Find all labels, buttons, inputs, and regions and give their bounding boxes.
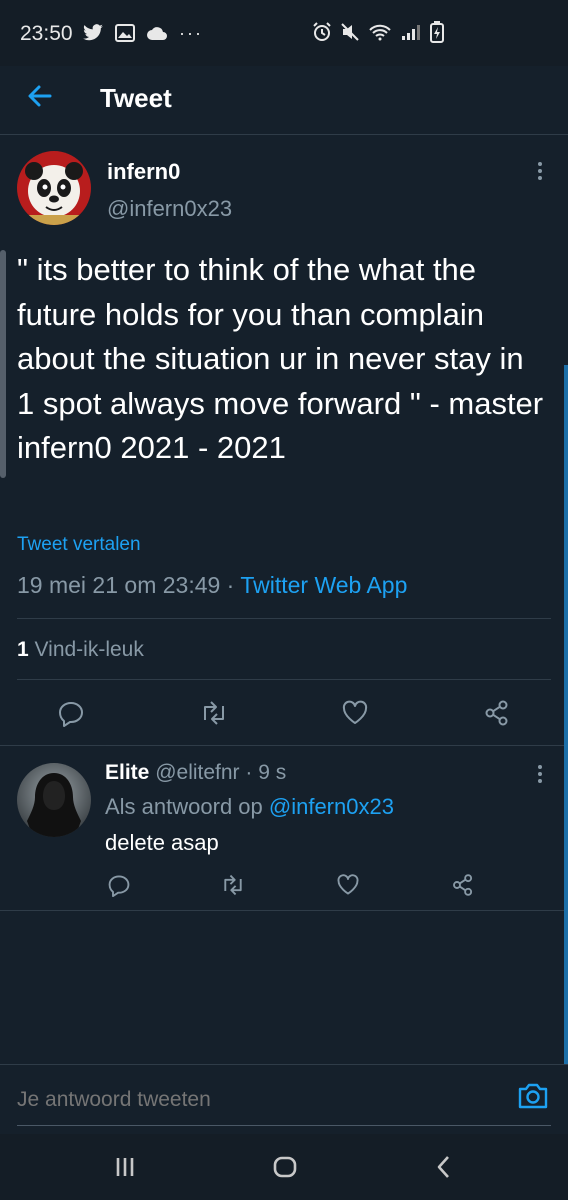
reply-author[interactable]: Elite @elitefnr · 9 s xyxy=(105,761,286,785)
likes-count[interactable]: 1 Vind-ik-leuk xyxy=(17,638,144,662)
reply-share-button[interactable] xyxy=(443,865,483,905)
retweet-icon xyxy=(204,701,224,725)
source-app-link[interactable]: Twitter Web App xyxy=(240,572,407,598)
reply-icon xyxy=(108,875,130,897)
like-count-label: Vind-ik-leuk xyxy=(34,638,144,661)
reply-author-name: Elite xyxy=(105,761,150,784)
notification-icons: ··· xyxy=(82,22,203,44)
share-icon xyxy=(485,700,508,726)
recent-apps-icon xyxy=(116,1158,134,1176)
reply-reply-button[interactable] xyxy=(99,865,139,905)
cloud-icon xyxy=(147,27,168,41)
wifi-icon xyxy=(369,25,391,41)
retweet-icon xyxy=(224,874,242,896)
scroll-indicator-left xyxy=(0,250,6,478)
tweet-more-button[interactable] xyxy=(530,159,550,189)
reply-text: delete asap xyxy=(105,830,219,855)
divider xyxy=(17,679,551,680)
camera-button[interactable] xyxy=(517,1081,553,1117)
signal-icon xyxy=(402,25,421,41)
heart-icon xyxy=(337,874,359,895)
hooded-figure-avatar-icon xyxy=(17,763,91,837)
reply-handle-time: @elitefnr · 9 s xyxy=(155,761,287,784)
retweet-button[interactable] xyxy=(194,693,234,733)
reply-retweet-button[interactable] xyxy=(213,865,253,905)
share-icon xyxy=(453,874,473,896)
reply-more-button[interactable] xyxy=(530,762,550,792)
reply-icon xyxy=(59,702,83,727)
replying-to-prefix: Als antwoord op xyxy=(105,794,269,819)
camera-icon xyxy=(518,1083,548,1109)
more-vertical-icon xyxy=(538,765,542,769)
reply-button[interactable] xyxy=(51,693,91,733)
author-handle[interactable]: @infern0x23 xyxy=(107,196,232,222)
heart-icon xyxy=(342,700,368,724)
alarm-icon xyxy=(313,22,331,42)
recent-apps-button[interactable] xyxy=(110,1154,140,1180)
status-bar: 23:50 ··· xyxy=(0,0,568,66)
author-avatar[interactable] xyxy=(17,151,91,225)
mute-icon xyxy=(341,23,359,41)
gallery-icon xyxy=(115,24,136,43)
arrow-left-icon xyxy=(28,85,52,107)
tweet-text: " its better to think of the what the fu… xyxy=(17,252,544,465)
battery-icon xyxy=(430,21,445,44)
tweet-metadata: 19 mei 21 om 23:49 · Twitter Web App xyxy=(17,572,407,599)
home-button[interactable] xyxy=(270,1154,300,1180)
compose-reply-bar xyxy=(0,1064,568,1135)
page-title: Tweet xyxy=(100,83,172,113)
system-navigation-bar xyxy=(0,1134,568,1200)
like-count-number: 1 xyxy=(17,638,29,661)
tweet-timestamp: 19 mei 21 om 23:49 xyxy=(17,572,221,598)
author-name[interactable]: infern0 xyxy=(107,159,180,185)
scrollbar[interactable] xyxy=(564,365,568,1065)
meta-separator: · xyxy=(220,572,241,598)
divider xyxy=(0,910,568,911)
status-time: 23:50 xyxy=(20,22,73,45)
translate-tweet-link[interactable]: Tweet vertalen xyxy=(17,534,141,556)
like-button[interactable] xyxy=(335,693,375,733)
replying-to: Als antwoord op @infern0x23 xyxy=(105,794,394,820)
system-back-button[interactable] xyxy=(430,1154,460,1180)
panda-avatar-icon xyxy=(17,151,91,225)
home-icon xyxy=(273,1156,297,1178)
divider xyxy=(17,618,551,619)
more-vertical-icon xyxy=(538,162,542,166)
back-button[interactable] xyxy=(22,78,58,114)
divider xyxy=(0,745,568,746)
reply-like-button[interactable] xyxy=(328,865,368,905)
input-underline xyxy=(17,1125,551,1126)
reply-avatar[interactable] xyxy=(17,763,91,837)
system-icons xyxy=(312,21,445,44)
reply-input[interactable] xyxy=(17,1088,497,1112)
share-button[interactable] xyxy=(477,693,517,733)
twitter-icon xyxy=(83,24,103,41)
replying-to-handle[interactable]: @infern0x23 xyxy=(269,794,394,819)
chevron-left-icon xyxy=(437,1156,449,1178)
top-app-bar: Tweet xyxy=(0,66,568,135)
more-notifications-icon: ··· xyxy=(179,22,204,43)
